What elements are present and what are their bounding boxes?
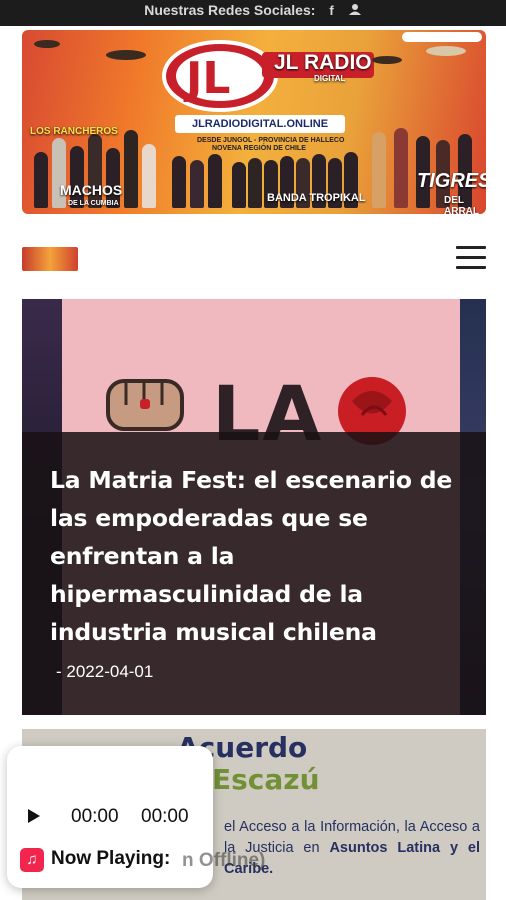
user-group-icon[interactable]: [348, 3, 362, 18]
article-card-featured[interactable]: LA La Matria Fest: el escenario de las e…: [22, 299, 486, 715]
banner-group-machos: MACHOS: [60, 182, 123, 198]
banner-group-machos-sub: DE LA CUMBIA: [68, 200, 119, 207]
site-logo-small[interactable]: [22, 247, 78, 271]
banner-group-tigres: TIGRES: [417, 170, 486, 192]
banner-group-banda: BANDA TROPIKAL: [267, 192, 366, 204]
player-total-time: 00:00: [141, 806, 189, 827]
music-note-icon: ♫: [20, 848, 44, 872]
play-icon[interactable]: [27, 808, 41, 824]
station-banner[interactable]: JL JL RADIO DIGITAL JLRADIODIGITAL.ONLIN…: [22, 30, 486, 214]
social-label: Nuestras Redes Sociales:: [144, 2, 316, 18]
banner-facebook-tag: [402, 32, 482, 42]
banner-group-left: LOS RANCHEROS: [30, 126, 118, 137]
article-date: - 2022-04-01: [56, 662, 154, 681]
stream-status-text: n Offline): [182, 850, 266, 871]
now-playing-label: Now Playing:: [51, 848, 171, 869]
article-title[interactable]: La Matria Fest: el escenario de las empo…: [50, 461, 465, 651]
social-bar: Nuestras Redes Sociales: f: [0, 0, 506, 26]
svg-text:JL: JL: [183, 53, 230, 104]
player-current-time: 00:00: [71, 806, 119, 827]
brand-digital-text: DIGITAL: [314, 74, 346, 83]
brand-radio-text: JL RADIO: [274, 51, 372, 74]
hamburger-icon[interactable]: [456, 246, 486, 270]
facebook-icon[interactable]: f: [329, 3, 333, 18]
banner-group-tigres-sub: DEL ARRAL: [444, 195, 479, 214]
